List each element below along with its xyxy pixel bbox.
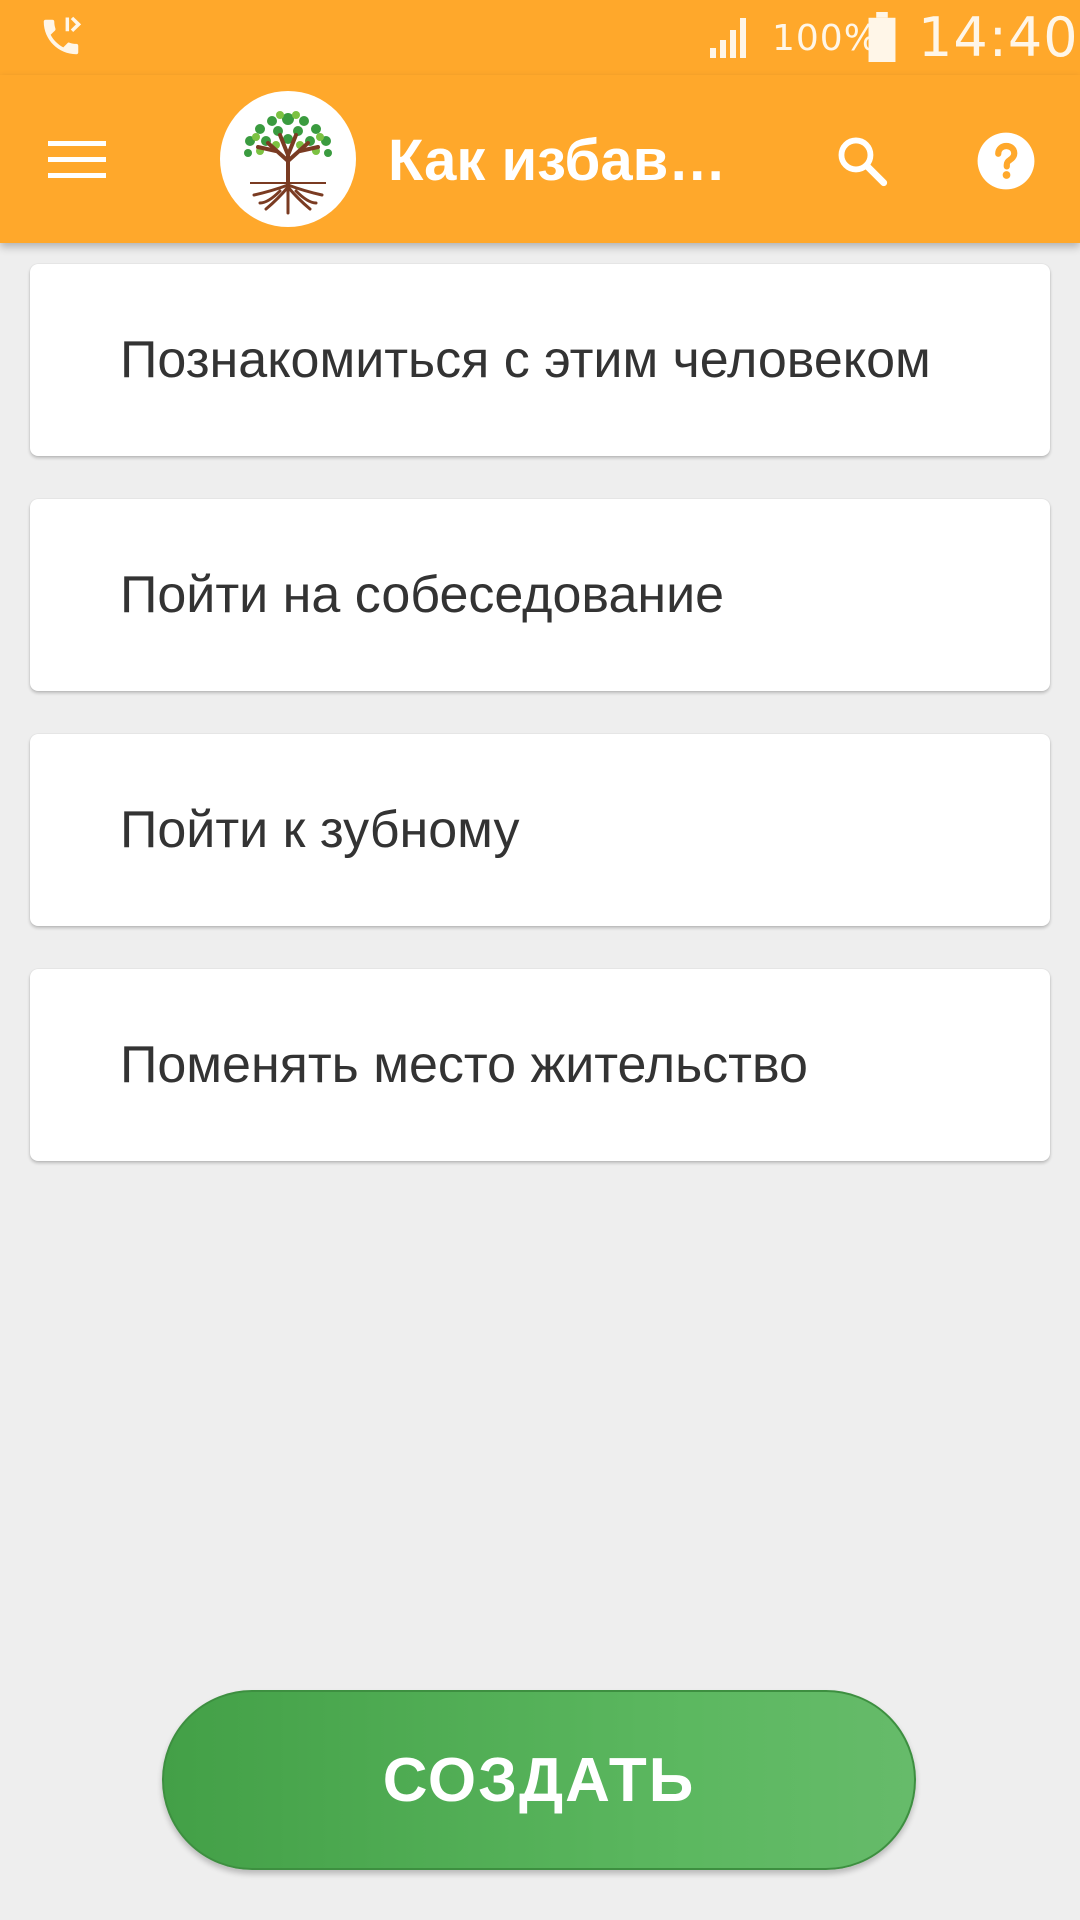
screen: 100% 14:40 Как избавит Познакомиться с э… xyxy=(0,0,1080,1920)
list-item-label: Познакомиться с этим человеком xyxy=(120,331,931,389)
create-button[interactable]: СОЗДАТЬ xyxy=(162,1690,916,1870)
item-list: Познакомиться с этим человеком Пойти на … xyxy=(30,264,1050,1204)
call-forward-icon xyxy=(43,16,82,55)
clock: 14:40 xyxy=(918,6,1079,69)
create-button-label: СОЗДАТЬ xyxy=(382,1745,696,1815)
search-button[interactable] xyxy=(826,125,898,197)
menu-button[interactable] xyxy=(42,125,112,195)
list-item[interactable]: Познакомиться с этим человеком xyxy=(30,264,1050,456)
status-bar: 100% 14:40 xyxy=(0,0,1080,75)
list-item[interactable]: Пойти на собеседование xyxy=(30,499,1050,691)
list-item[interactable]: Поменять место жительство xyxy=(30,969,1050,1161)
battery-percent: 100% xyxy=(772,18,879,59)
list-item-label: Поменять место жительство xyxy=(120,1036,808,1094)
tree-logo xyxy=(220,91,356,227)
help-circle-icon xyxy=(977,132,1035,190)
battery-full-icon xyxy=(868,12,896,62)
search-icon xyxy=(838,137,888,187)
list-item-label: Пойти к зубному xyxy=(120,801,520,859)
list-item[interactable]: Пойти к зубному xyxy=(30,734,1050,926)
app-title: Как избавиться xyxy=(388,128,758,193)
app-bar: Как избавиться xyxy=(0,75,1080,243)
help-button[interactable] xyxy=(970,125,1042,197)
hamburger-menu-icon xyxy=(48,141,106,178)
signal-bars-icon xyxy=(710,18,746,58)
list-item-label: Пойти на собеседование xyxy=(120,566,725,624)
